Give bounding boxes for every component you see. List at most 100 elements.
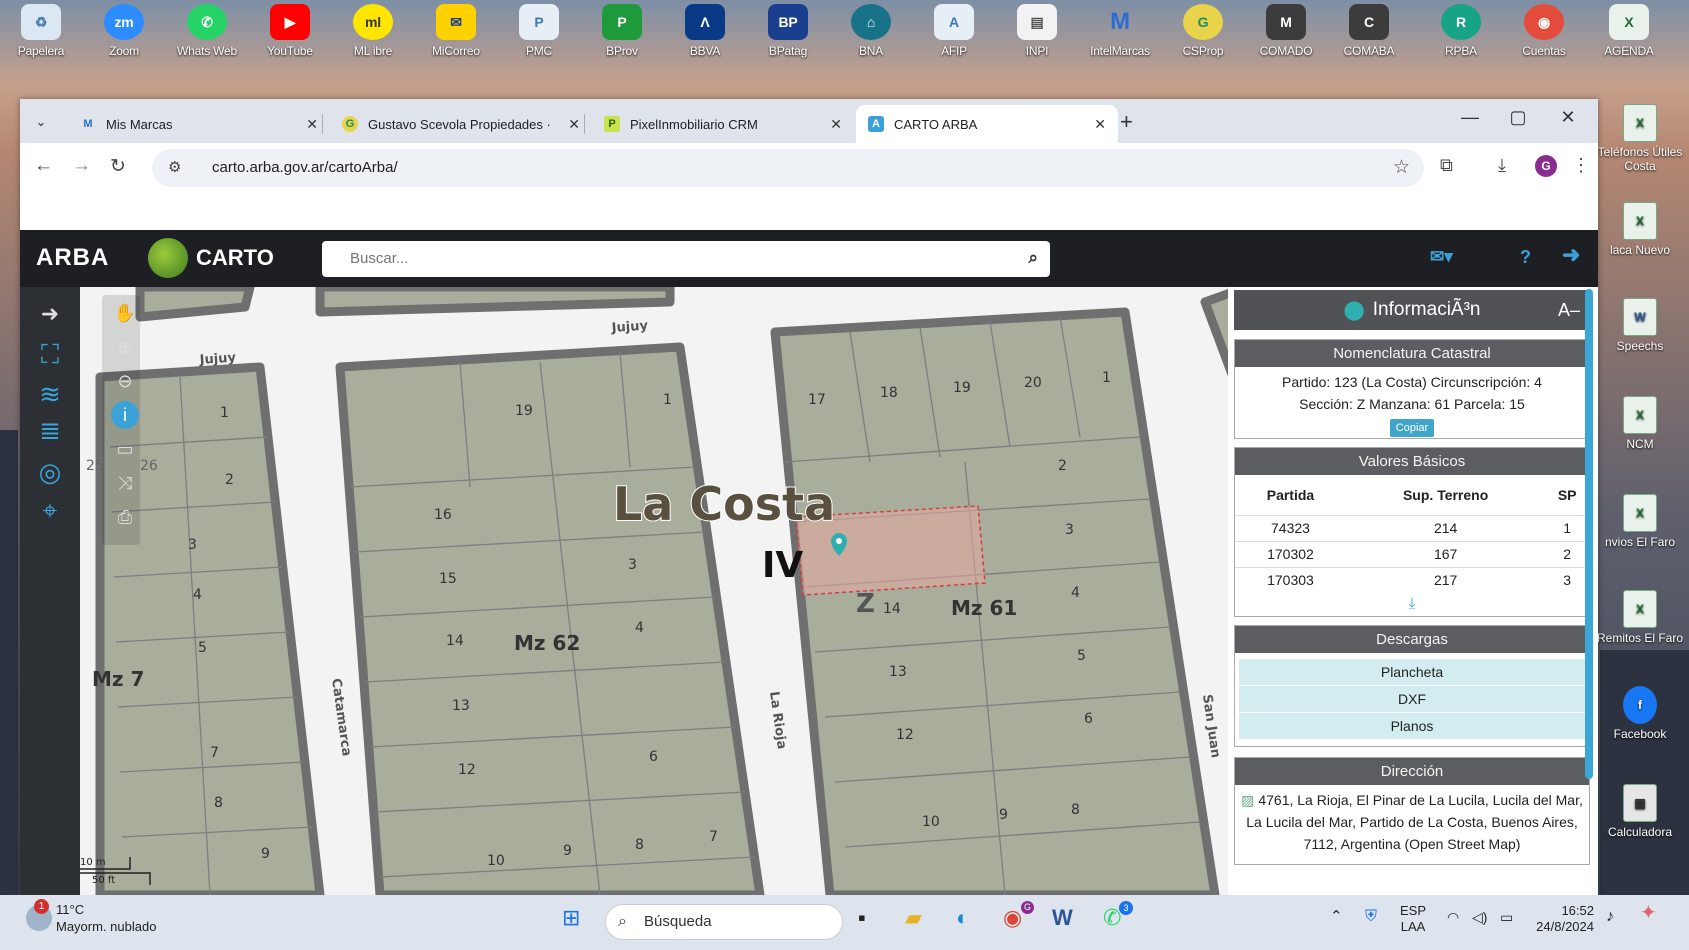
- desktop-icon-bprov[interactable]: P BProv: [581, 0, 663, 58]
- close-tab-icon[interactable]: ✕: [830, 116, 842, 133]
- clock[interactable]: 16:52 24/8/2024: [1532, 903, 1594, 935]
- cadastral-map[interactable]: 1 2 3 4 5 7 8 9 19 1 16 15 14 13 12 3 4 …: [20, 287, 1233, 895]
- wifi-icon[interactable]: ◠: [1447, 909, 1459, 925]
- extensions-icon[interactable]: ⧉: [1440, 155, 1453, 176]
- desktop-icon-remitos[interactable]: X Remitos El Faro: [1596, 590, 1684, 645]
- panel-scrollbar[interactable]: [1585, 289, 1593, 779]
- desktop-icon-micorreo[interactable]: ✉ MiCorreo: [415, 0, 497, 58]
- tab-search-dropdown[interactable]: ⌄: [22, 107, 60, 137]
- desktop-icon-zoom[interactable]: zm Zoom: [83, 0, 165, 58]
- desktop-icon-ncm[interactable]: X NCM: [1596, 396, 1684, 451]
- download-table-icon[interactable]: ⤓: [1235, 595, 1589, 612]
- desktop-icon-whatsapp[interactable]: ✆ Whats Web: [166, 0, 248, 58]
- bookmark-star-icon[interactable]: ☆: [1393, 156, 1410, 179]
- desktop-icon-bbva[interactable]: Λ BBVA: [664, 0, 746, 58]
- map-canvas[interactable]: 1 2 3 4 5 7 8 9 19 1 16 15 14 13 12 3 4 …: [20, 287, 1233, 895]
- ide-layers-icon[interactable]: ≣: [32, 415, 68, 445]
- start-windows-icon[interactable]: ⊞: [562, 905, 580, 931]
- logout-icon[interactable]: ➜: [1562, 242, 1580, 268]
- copilot-icon[interactable]: ✦: [1640, 903, 1657, 923]
- tab-pixelinmobiliario[interactable]: P PixelInmobiliario CRM ✕: [592, 105, 854, 143]
- desktop-icon-bna[interactable]: ⌂ BNA: [830, 0, 912, 58]
- close-tab-icon[interactable]: ✕: [1094, 116, 1106, 133]
- close-tab-icon[interactable]: ✕: [306, 116, 318, 133]
- desktop-icon-speechs[interactable]: W Speechs: [1596, 298, 1684, 353]
- desktop-icon-intelmarcas[interactable]: M IntelMarcas: [1079, 0, 1161, 58]
- new-tab-button[interactable]: +: [1120, 109, 1133, 135]
- close-tab-icon[interactable]: ✕: [568, 116, 580, 133]
- desktop-icon-agenda[interactable]: X AGENDA: [1588, 0, 1670, 58]
- tray-chevron-icon[interactable]: ⌃: [1330, 909, 1343, 925]
- reload-icon[interactable]: ↻: [110, 155, 126, 178]
- desktop-icon-bpatag[interactable]: BP BPatag: [747, 0, 829, 58]
- route-icon[interactable]: ⤨: [111, 469, 139, 497]
- minimize-button[interactable]: —: [1446, 107, 1494, 128]
- close-window-button[interactable]: ✕: [1544, 107, 1592, 128]
- arba-logo[interactable]: ARBA: [36, 244, 109, 272]
- security-icon[interactable]: ⛨: [1365, 909, 1377, 925]
- print-icon[interactable]: ⎙: [111, 503, 139, 531]
- notification-bell-icon[interactable]: ♪: [1606, 909, 1614, 925]
- tab-mis-marcas[interactable]: M Mis Marcas ✕: [68, 105, 330, 143]
- word-icon[interactable]: W: [1052, 905, 1073, 931]
- tab-carto-arba[interactable]: A CARTO ARBA ✕: [856, 105, 1118, 143]
- binoculars-icon[interactable]: ⛶: [32, 339, 68, 369]
- site-settings-icon[interactable]: ⚙: [168, 158, 181, 176]
- mail-dropdown-icon[interactable]: ✉▾: [1430, 247, 1453, 267]
- info-icon[interactable]: i: [111, 401, 139, 429]
- desktop-icon-youtube[interactable]: ▶ YouTube: [249, 0, 331, 58]
- chrome-icon[interactable]: ◉ G: [1003, 901, 1034, 931]
- desktop-icon-facebook[interactable]: f Facebook: [1596, 686, 1684, 741]
- language-indicator[interactable]: ESP LAA: [1400, 903, 1426, 935]
- desktop-icon-comaba[interactable]: C COMABA: [1328, 0, 1410, 58]
- carto-logo[interactable]: CARTO: [148, 238, 274, 278]
- battery-icon[interactable]: ▭: [1500, 909, 1513, 925]
- back-arrow-icon[interactable]: ←: [34, 155, 53, 177]
- icon-label: CSProp: [1182, 44, 1224, 58]
- task-view-icon[interactable]: ▪: [858, 905, 866, 931]
- measure-icon[interactable]: ▭: [111, 435, 139, 463]
- help-icon[interactable]: ?: [1520, 247, 1531, 268]
- desktop-icon-cuentas[interactable]: ◉ Cuentas: [1503, 0, 1585, 58]
- search-icon[interactable]: ⌕: [1028, 248, 1038, 268]
- forward-arrow-icon[interactable]: →: [72, 155, 91, 177]
- fingerprint-icon[interactable]: ◎: [32, 457, 68, 487]
- desktop-icon-csprop[interactable]: G CSProp: [1162, 0, 1244, 58]
- url-box[interactable]: ⚙ carto.arba.gov.ar/cartoArba/ ☆: [152, 149, 1424, 187]
- desktop-icon-rpba[interactable]: R RPBA: [1420, 0, 1502, 58]
- desktop-icon-papelera[interactable]: ♻ Papelera: [0, 0, 82, 58]
- search-input[interactable]: Buscar... ⌕: [322, 241, 1050, 277]
- desktop-icon-telefonos[interactable]: X Teléfonos Útiles Costa: [1596, 104, 1684, 173]
- text-size-icon[interactable]: A–: [1558, 300, 1580, 321]
- desktop-icon-comado[interactable]: M COMADO: [1245, 0, 1327, 58]
- desktop-icon-pmc[interactable]: P PMC: [498, 0, 580, 58]
- url-text[interactable]: carto.arba.gov.ar/cartoArba/: [212, 159, 398, 176]
- maximize-button[interactable]: ▢: [1494, 107, 1542, 128]
- taskbar-search[interactable]: ⌕ Búsqueda: [605, 904, 843, 940]
- download-icon[interactable]: ⤓: [1498, 155, 1506, 176]
- zoom-in-icon[interactable]: ⊕: [111, 333, 139, 361]
- profile-avatar[interactable]: G: [1535, 155, 1557, 177]
- desktop-icon-envios[interactable]: Xnvios El Faro: [1596, 494, 1684, 549]
- edge-icon[interactable]: ◐: [956, 905, 969, 931]
- desktop-icon-calculadora[interactable]: ▦ Calculadora: [1596, 784, 1684, 839]
- whatsapp-icon[interactable]: ✆ 3: [1103, 901, 1133, 931]
- copy-button[interactable]: Copiar: [1389, 419, 1435, 437]
- menu-kebab-icon[interactable]: ⋮: [1572, 155, 1590, 176]
- download-dxf[interactable]: DXF: [1239, 686, 1585, 713]
- download-planos[interactable]: Planos: [1239, 713, 1585, 740]
- desktop-icon-mercadolibre[interactable]: ml ML ibre: [332, 0, 414, 58]
- zoom-out-icon[interactable]: ⊖: [111, 367, 139, 395]
- desktop-icon-afip[interactable]: A AFIP: [913, 0, 995, 58]
- location-person-icon[interactable]: ⌖: [32, 495, 68, 525]
- desktop-icon-laca[interactable]: Xlaca Nuevo: [1596, 202, 1684, 257]
- file-explorer-icon[interactable]: ▰: [905, 905, 922, 931]
- tab-gustavo-scevola[interactable]: G Gustavo Scevola Propiedades · ✕: [330, 105, 592, 143]
- weather-widget[interactable]: 1 11°C Mayorm. nublado: [22, 899, 156, 935]
- pan-hand-icon[interactable]: ✋: [111, 299, 139, 327]
- desktop-icon-inpi[interactable]: ▤ INPI: [996, 0, 1078, 58]
- download-plancheta[interactable]: Plancheta: [1239, 659, 1585, 686]
- layers-icon[interactable]: ≋: [32, 379, 68, 409]
- volume-icon[interactable]: ◁): [1472, 909, 1487, 925]
- expand-arrow-icon[interactable]: ➜: [32, 299, 68, 329]
